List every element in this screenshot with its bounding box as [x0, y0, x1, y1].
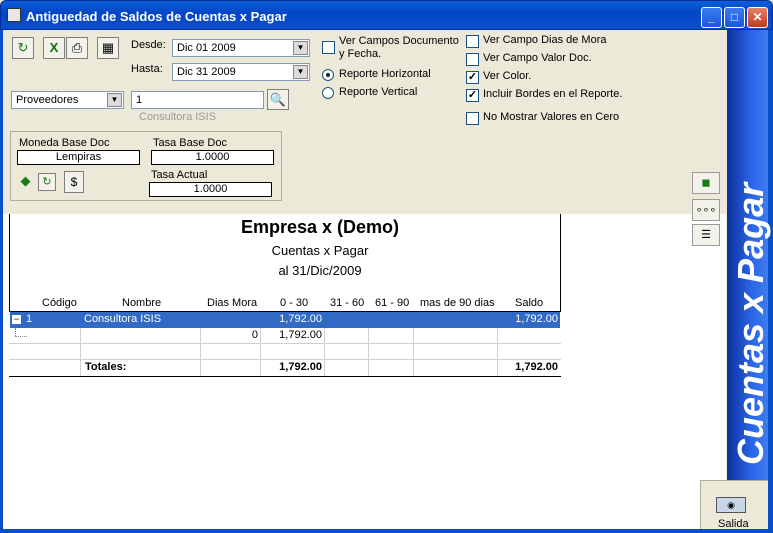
incluir-bordes-checkbox[interactable]: ✓	[466, 89, 479, 102]
column-header-61-90: 61 - 90	[375, 297, 410, 309]
column-header-codigo: Código	[42, 297, 77, 309]
exit-icon[interactable]: ◉	[716, 497, 746, 513]
window-title: Antiguedad de Saldos de Cuentas x Pagar	[26, 9, 287, 24]
tree-view-icon[interactable]: ☰	[692, 224, 720, 246]
report-subtitle: Cuentas x Pagar	[271, 243, 369, 258]
ver-dias-mora-checkbox[interactable]	[466, 35, 479, 48]
search-icon[interactable]: 🔍	[267, 89, 289, 110]
tasa-actual-label: Tasa Actual	[151, 169, 208, 181]
column-header-mas-90: mas de 90 dias	[420, 297, 495, 309]
side-banner-title: Cuentas x Pagar	[730, 183, 773, 465]
row-dias-mora: 0	[251, 329, 258, 341]
column-header-dias-mora: Dias Mora	[207, 297, 258, 309]
stack-icon[interactable]: ◼	[692, 172, 720, 194]
reporte-vertical-radio[interactable]	[322, 87, 334, 99]
refresh-icon[interactable]: ↻	[12, 37, 34, 59]
totals-label: Totales:	[85, 361, 127, 373]
ver-dias-mora-label: Ver Campo Dias de Mora	[483, 34, 607, 46]
maximize-button[interactable]: □	[724, 7, 745, 28]
ver-valor-doc-checkbox[interactable]	[466, 53, 479, 66]
no-mostrar-cero-label: No Mostrar Valores en Cero	[483, 111, 620, 123]
moneda-base-field[interactable]: Lempiras	[17, 150, 140, 165]
print-icon[interactable]: ⎙	[66, 37, 88, 59]
ver-campos-doc-label: Ver Campos Documento y Fecha.	[339, 35, 459, 60]
chevron-down-icon[interactable]: ▼	[107, 93, 122, 107]
more-options-icon[interactable]: ∘∘∘	[692, 199, 720, 221]
hasta-label: Hasta:	[131, 63, 163, 75]
totals-saldo: 1,792.00	[515, 361, 558, 373]
moneda-base-label: Moneda Base Doc	[19, 137, 110, 149]
excel-export-icon[interactable]: X	[43, 37, 65, 59]
row-nombre: Consultora ISIS	[84, 313, 162, 325]
grid-icon[interactable]: ▦	[97, 37, 119, 59]
ver-color-checkbox[interactable]: ✓	[466, 71, 479, 84]
window-frame-bottom	[0, 529, 773, 533]
minimize-button[interactable]: _	[701, 7, 722, 28]
row-codigo: 1	[26, 313, 33, 325]
reporte-vertical-label: Reporte Vertical	[339, 86, 418, 98]
column-header-nombre: Nombre	[122, 297, 162, 309]
hasta-value: Dic 31 2009	[177, 66, 236, 78]
ver-valor-doc-label: Ver Campo Valor Doc.	[483, 52, 592, 64]
no-mostrar-cero-checkbox[interactable]	[466, 112, 479, 125]
row-0-30: 1,792.00	[279, 329, 322, 341]
row-saldo: 1,792.00	[515, 313, 558, 325]
ver-campos-doc-checkbox[interactable]	[322, 41, 335, 54]
report-date: al 31/Dic/2009	[278, 263, 362, 278]
refresh-rate-icon[interactable]: ↻	[38, 173, 56, 191]
row-0-30: 1,792.00	[279, 313, 322, 325]
column-header-0-30: 0 - 30	[280, 297, 309, 309]
column-header-saldo: Saldo	[515, 297, 544, 309]
ver-color-label: Ver Color.	[483, 70, 532, 82]
tasa-base-label: Tasa Base Doc	[153, 137, 227, 149]
hasta-date-picker[interactable]: Dic 31 2009 ▼	[172, 63, 310, 81]
collapse-icon[interactable]: −	[12, 315, 21, 324]
desde-value: Dic 01 2009	[177, 42, 236, 54]
tree-line	[15, 328, 16, 336]
report-company: Empresa x (Demo)	[240, 217, 400, 237]
entity-type-select[interactable]: Proveedores ▼	[11, 91, 124, 109]
entity-name: Consultora ISIS	[139, 111, 217, 123]
exit-label: Salida	[718, 518, 749, 530]
edit-rate-icon[interactable]: ◆	[17, 173, 34, 190]
column-header-31-60: 31 - 60	[330, 297, 365, 309]
entity-type-value: Proveedores	[16, 94, 79, 106]
desde-date-picker[interactable]: Dic 01 2009 ▼	[172, 39, 310, 57]
title-bar[interactable]: Antiguedad de Saldos de Cuentas x Pagar …	[0, 0, 773, 30]
chevron-down-icon[interactable]: ▼	[293, 41, 308, 55]
reporte-horizontal-radio[interactable]	[322, 69, 334, 81]
app-icon[interactable]	[7, 8, 21, 22]
tree-line	[15, 336, 27, 337]
coins-icon[interactable]: $	[64, 171, 84, 193]
reporte-horizontal-label: Reporte Horizontal	[339, 68, 431, 80]
chevron-down-icon[interactable]: ▼	[293, 65, 308, 79]
tasa-base-field[interactable]: 1.0000	[151, 150, 274, 165]
totals-0-30: 1,792.00	[279, 361, 322, 373]
incluir-bordes-label: Incluir Bordes en el Reporte.	[483, 88, 623, 100]
desde-label: Desde:	[131, 39, 166, 51]
close-button[interactable]: ✕	[747, 7, 768, 28]
tasa-actual-field[interactable]: 1.0000	[149, 182, 272, 197]
entity-code-input[interactable]: 1	[131, 91, 264, 109]
